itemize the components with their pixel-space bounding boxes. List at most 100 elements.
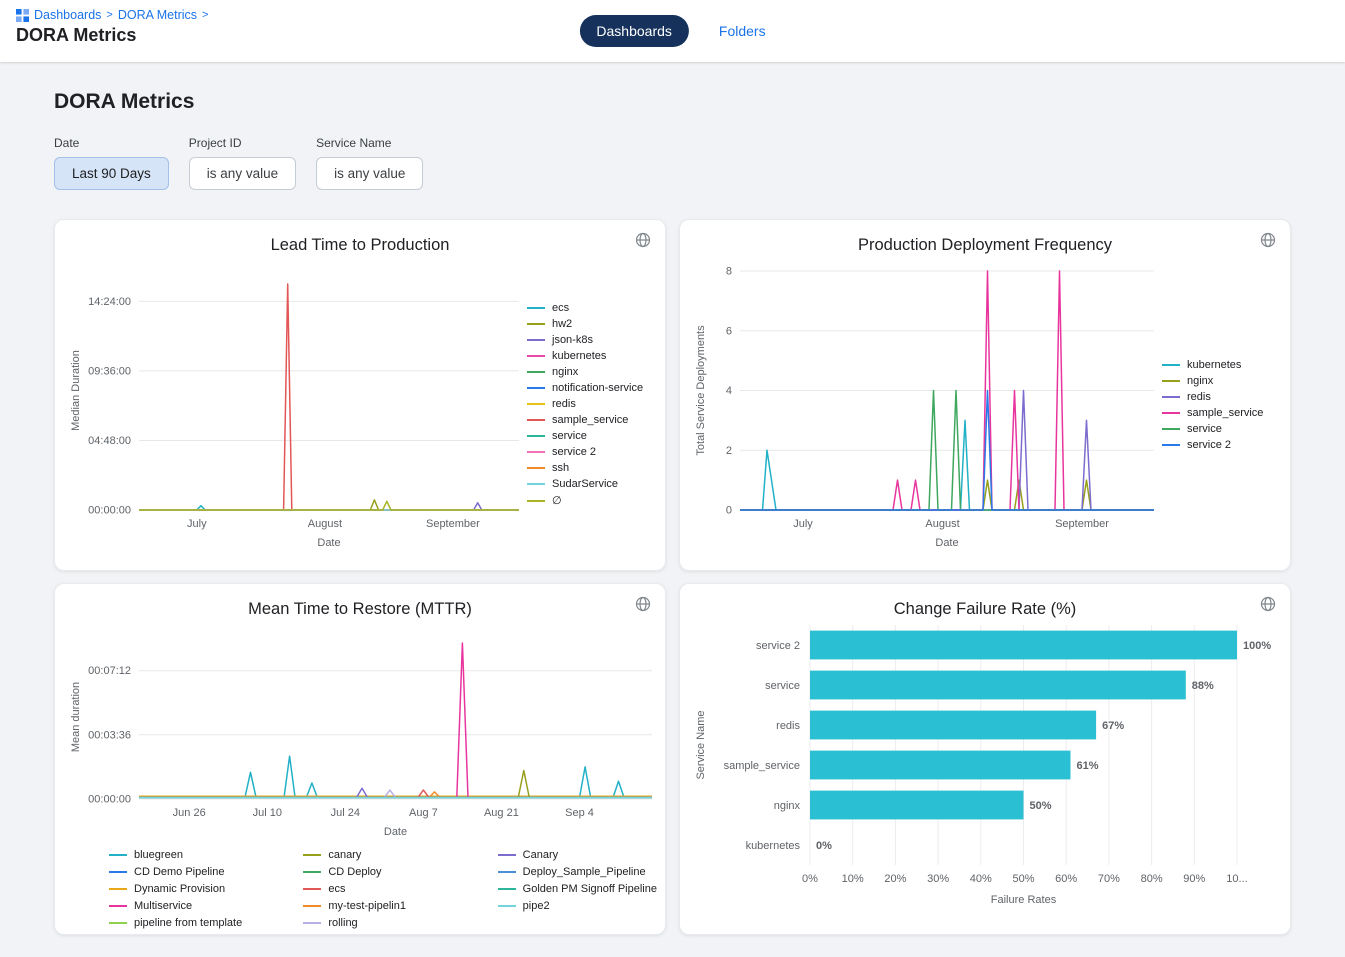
legend-item-service 2[interactable]: service 2 — [527, 446, 643, 458]
bar-sample_service[interactable] — [810, 751, 1071, 780]
legend-item-sample_service[interactable]: sample_service — [527, 414, 643, 426]
legend-item-kubernetes[interactable]: kubernetes — [1162, 359, 1263, 371]
x-tick-label: August — [308, 518, 342, 530]
tab-dashboards[interactable]: Dashboards — [579, 15, 689, 47]
series-line-canary — [139, 771, 652, 798]
legend-item-json-k8s[interactable]: json-k8s — [527, 334, 643, 346]
bar-chart-canvas: 0%10%20%30%40%50%60%70%80%90%10...servic… — [692, 619, 1287, 911]
x-tick-label: 30% — [927, 873, 949, 885]
x-axis-label: Date — [317, 537, 340, 549]
legend-label: pipe2 — [523, 900, 550, 912]
legend-item-Multiservice[interactable]: Multiservice — [109, 900, 265, 912]
filter-date-button[interactable]: Last 90 Days — [54, 157, 169, 190]
globe-icon[interactable] — [633, 594, 653, 617]
value-label: 100% — [1243, 640, 1271, 652]
legend-label: my-test-pipelin1 — [328, 900, 406, 912]
legend-item-pipe2[interactable]: pipe2 — [498, 900, 654, 912]
x-tick-label: 10... — [1226, 873, 1247, 885]
legend-item-nginx[interactable]: nginx — [1162, 375, 1263, 387]
legend-item-rolling[interactable]: rolling — [303, 917, 459, 929]
y-tick-label: 0 — [726, 505, 732, 517]
globe-icon[interactable] — [633, 230, 653, 253]
legend-item-pipeline from template[interactable]: pipeline from template — [109, 917, 265, 929]
legend-item-SudarService[interactable]: SudarService — [527, 478, 643, 490]
legend-item-∅[interactable]: ∅ — [527, 494, 643, 507]
legend-item-nginx[interactable]: nginx — [527, 366, 643, 378]
x-tick-label: 60% — [1055, 873, 1077, 885]
legend-item-Canary[interactable]: Canary — [498, 849, 654, 861]
legend-item-redis[interactable]: redis — [527, 398, 643, 410]
legend-item-kubernetes[interactable]: kubernetes — [527, 350, 643, 362]
x-tick-label: 0% — [802, 873, 818, 885]
series-line-hw2 — [139, 500, 519, 510]
legend-item-bluegreen[interactable]: bluegreen — [109, 849, 265, 861]
legend-label: service — [552, 430, 587, 442]
series-line-sample_service — [139, 284, 519, 510]
legend-swatch — [1162, 428, 1180, 430]
filter-project-id: Project ID is any value — [189, 136, 296, 190]
filter-service-name-button[interactable]: is any value — [316, 157, 423, 190]
category-label: service — [765, 680, 800, 692]
legend-swatch — [109, 905, 127, 907]
series-line-json-k8s — [139, 503, 519, 510]
legend-label: Dynamic Provision — [134, 883, 225, 895]
legend-swatch — [527, 387, 545, 389]
legend-item-Golden PM Signoff Pipeline[interactable]: Golden PM Signoff Pipeline — [498, 883, 654, 895]
legend-item-canary[interactable]: canary — [303, 849, 459, 861]
x-tick-label: September — [426, 518, 480, 530]
x-tick-label: 50% — [1012, 873, 1034, 885]
filter-bar: Date Last 90 Days Project ID is any valu… — [54, 136, 1291, 190]
legend-label: service 2 — [1187, 439, 1231, 451]
bar-service[interactable] — [810, 671, 1186, 700]
legend-item-hw2[interactable]: hw2 — [527, 318, 643, 330]
x-tick-label: July — [187, 518, 207, 530]
value-label: 61% — [1077, 760, 1099, 772]
filter-service-name-label: Service Name — [316, 136, 423, 150]
legend-item-ssh[interactable]: ssh — [527, 462, 643, 474]
legend-item-notification-service[interactable]: notification-service — [527, 382, 643, 394]
legend-swatch — [527, 371, 545, 373]
legend-swatch — [1162, 364, 1180, 366]
legend-item-service[interactable]: service — [527, 430, 643, 442]
legend-item-Deploy_Sample_Pipeline[interactable]: Deploy_Sample_Pipeline — [498, 866, 654, 878]
x-tick-label: Sep 4 — [565, 807, 594, 819]
legend-swatch — [109, 888, 127, 890]
y-axis-label: Median Duration — [70, 350, 82, 431]
legend-label: ecs — [552, 302, 569, 314]
category-label: nginx — [774, 800, 801, 812]
filter-project-id-button[interactable]: is any value — [189, 157, 296, 190]
globe-icon[interactable] — [1258, 594, 1278, 617]
line-chart-canvas: 00:00:0000:03:3600:07:12Jun 26Jul 10Jul … — [67, 619, 662, 841]
legend-label: kubernetes — [552, 350, 606, 362]
y-axis-label: Total Service Deployments — [695, 325, 707, 456]
breadcrumb-link-dora-metrics[interactable]: DORA Metrics — [118, 8, 197, 22]
legend-label: Deploy_Sample_Pipeline — [523, 866, 646, 878]
legend-item-CD Deploy[interactable]: CD Deploy — [303, 866, 459, 878]
legend-item-ecs[interactable]: ecs — [527, 302, 643, 314]
legend-item-my-test-pipelin1[interactable]: my-test-pipelin1 — [303, 900, 459, 912]
legend-item-service[interactable]: service — [1162, 423, 1263, 435]
legend-item-sample_service[interactable]: sample_service — [1162, 407, 1263, 419]
legend-item-ecs[interactable]: ecs — [303, 883, 459, 895]
bar-nginx[interactable] — [810, 791, 1024, 820]
legend-label: json-k8s — [552, 334, 593, 346]
legend-swatch — [527, 435, 545, 437]
breadcrumb-link-dashboards[interactable]: Dashboards — [34, 8, 101, 22]
legend-item-service 2[interactable]: service 2 — [1162, 439, 1263, 451]
legend-label: Multiservice — [134, 900, 192, 912]
globe-icon[interactable] — [1258, 230, 1278, 253]
legend-item-redis[interactable]: redis — [1162, 391, 1263, 403]
tab-folders[interactable]: Folders — [719, 23, 766, 39]
bar-service 2[interactable] — [810, 631, 1237, 660]
legend-swatch — [527, 483, 545, 485]
legend-swatch — [109, 854, 127, 856]
category-label: kubernetes — [746, 840, 801, 852]
legend-label: ∅ — [552, 494, 562, 507]
filter-project-id-label: Project ID — [189, 136, 296, 150]
legend-item-Dynamic Provision[interactable]: Dynamic Provision — [109, 883, 265, 895]
series-line-Multiservice — [139, 643, 652, 798]
legend-swatch — [1162, 380, 1180, 382]
value-label: 0% — [816, 840, 832, 852]
bar-redis[interactable] — [810, 711, 1096, 740]
legend-item-CD Demo Pipeline[interactable]: CD Demo Pipeline — [109, 866, 265, 878]
